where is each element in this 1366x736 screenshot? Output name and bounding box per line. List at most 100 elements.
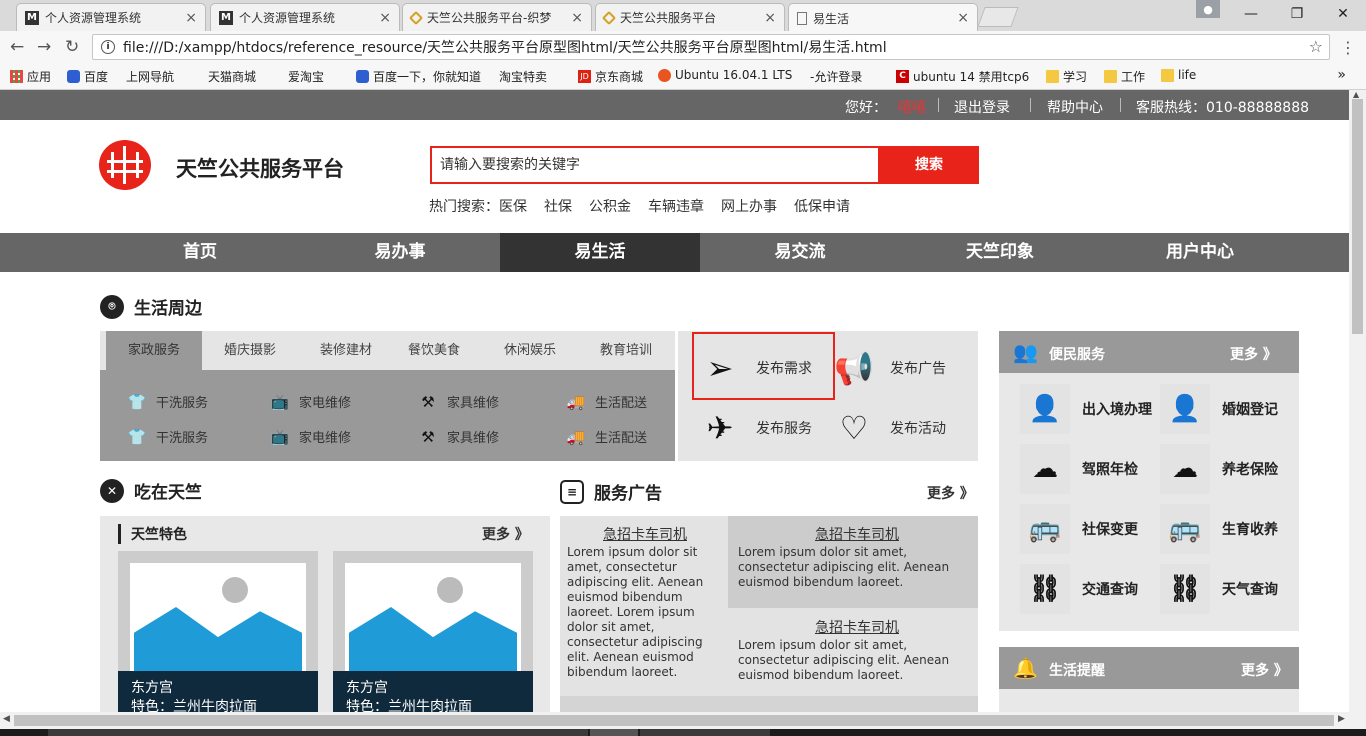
life-item[interactable]: 👕 干洗服务 [127,427,208,447]
nav-services[interactable]: 易办事 [300,233,500,272]
browser-tab[interactable]: M 个人资源管理系统 × [16,3,206,31]
info-icon[interactable]: i [101,40,115,54]
publish-service[interactable]: ✈ 发布服务 [700,408,812,448]
tab-leisure[interactable]: 休闲娱乐 [482,331,578,370]
bookmark-jd[interactable]: JD 京东商城 [578,68,643,85]
scroll-right-icon[interactable]: ▶ [1338,714,1345,724]
scrollbar-thumb[interactable] [1352,99,1363,334]
scrollbar-thumb[interactable] [14,715,1334,726]
service-item[interactable]: ⛓ 交通查询 [1020,564,1138,614]
hot-link[interactable]: 车辆违章 [648,199,704,215]
tab-housekeeping[interactable]: 家政服务 [106,331,202,370]
browser-tab[interactable]: M 个人资源管理系统 × [210,3,400,31]
bookmark-folder-life[interactable]: life [1161,68,1196,82]
ad-item[interactable]: 急招卡车司机 Lorem ipsum dolor sit amet, consec… [738,527,976,590]
forward-icon[interactable]: → [37,37,51,57]
life-item[interactable]: ⚒ 家具维修 [418,392,499,412]
nav-exchange[interactable]: 易交流 [700,233,900,272]
tab-education[interactable]: 教育培训 [578,331,674,370]
hot-link[interactable]: 医保 [499,199,527,215]
more-link[interactable]: 更多 》 [927,483,974,503]
publish-ad[interactable]: 📢 发布广告 [834,348,946,388]
site-logo[interactable] [99,140,151,190]
ad-item[interactable]: 急招卡车司机 Lorem ipsum dolor sit amet, consec… [567,527,723,680]
browser-tab[interactable]: 天竺公共服务平台-织梦 × [402,3,592,31]
nav-home[interactable]: 首页 [100,233,300,272]
service-item[interactable]: 🚌 社保变更 [1020,504,1138,554]
service-item[interactable]: ☁ 养老保险 [1160,444,1278,494]
close-icon[interactable]: × [185,10,197,26]
vertical-scrollbar[interactable]: ▲ [1349,90,1366,712]
horizontal-scrollbar[interactable]: ◀ ▶ [0,712,1366,729]
bookmark-taobao[interactable]: 淘宝特卖 [499,68,547,171]
life-item[interactable]: 📺 家电维修 [270,392,351,412]
url-field[interactable]: i file:///D:/xampp/htdocs/reference_reso… [92,34,1330,60]
back-icon[interactable]: ← [10,37,24,57]
hot-link[interactable]: 网上办事 [721,199,777,215]
help-link[interactable]: 帮助中心 [1047,97,1103,117]
nav-user-center[interactable]: 用户中心 [1100,233,1300,272]
bookmark-ubuntu[interactable]: Ubuntu 16.04.1 LTS [658,68,792,82]
service-item[interactable]: 👤 出入境办理 [1020,384,1152,434]
publish-activity[interactable]: ♡ 发布活动 [834,408,946,448]
service-item[interactable]: 🚌 生育收养 [1160,504,1278,554]
bookmark-star-icon[interactable]: ☆ [1309,37,1323,56]
bookmark-baidu-search[interactable]: 百度一下，你就知道 [356,68,481,85]
search-input[interactable]: 请输入要搜索的关键字 [430,146,880,184]
bookmark-aitaobao[interactable]: 爱淘宝 [288,68,324,171]
life-item[interactable]: 🚚 生活配送 [566,427,647,447]
close-icon[interactable]: × [379,10,391,26]
tab-wedding[interactable]: 婚庆摄影 [202,331,298,370]
username-link[interactable]: 嘻嘻 [898,97,926,117]
life-item[interactable]: ⚒ 家具维修 [418,427,499,447]
reload-icon[interactable]: ↻ [65,37,79,57]
new-tab-button[interactable] [977,7,1019,27]
address-bar: ← → ↻ i file:///D:/xampp/htdocs/referenc… [0,31,1366,64]
browser-tab-active[interactable]: 易生活 × [788,3,978,32]
life-item[interactable]: 📺 家电维修 [270,427,351,447]
close-icon[interactable]: × [764,10,776,26]
nav-life[interactable]: 易生活 [500,233,700,272]
service-item[interactable]: ☁ 驾照年检 [1020,444,1138,494]
bookmark-folder-work[interactable]: 工作 [1104,68,1145,85]
scroll-up-icon[interactable]: ▲ [1353,90,1359,99]
os-taskbar [0,729,1366,736]
minimize-icon[interactable]: — [1228,0,1274,28]
bookmark-ubuntu-tcp6[interactable]: Cubuntu 14 禁用tcp6 [896,68,1029,85]
life-item[interactable]: 🚚 生活配送 [566,392,647,412]
bookmark-baidu[interactable]: 百度 [67,68,108,85]
food-card[interactable]: 东方宫 特色：兰州牛肉拉面 [118,551,318,712]
food-card[interactable]: 东方宫 特色：兰州牛肉拉面 [333,551,533,712]
service-item[interactable]: 👤 婚姻登记 [1160,384,1278,434]
service-item[interactable]: ⛓ 天气查询 [1160,564,1278,614]
life-item[interactable]: 👕 干洗服务 [127,392,208,412]
more-link[interactable]: 更多 》 [482,524,529,544]
tab-decoration[interactable]: 装修建材 [298,331,394,370]
bookmark-login[interactable]: -允许登录 [810,68,862,171]
bookmark-tmall[interactable]: 天猫商城 [208,68,256,171]
more-link[interactable]: 更多 》 [1241,660,1288,680]
browser-tab[interactable]: 天竺公共服务平台 × [595,3,785,31]
nav-impression[interactable]: 天竺印象 [900,233,1100,272]
hot-link[interactable]: 公积金 [589,199,631,215]
bookmark-nav[interactable]: 上网导航 [126,68,174,171]
scroll-left-icon[interactable]: ◀ [3,714,10,724]
bookmarks-more[interactable]: » [1337,67,1346,83]
bookmark-apps[interactable]: 应用 [10,68,51,85]
close-icon[interactable]: × [571,10,583,26]
window-close-icon[interactable]: ✕ [1320,0,1366,28]
browser-menu-icon[interactable]: ⋮ [1340,38,1356,57]
hot-link[interactable]: 社保 [544,199,572,215]
services-panel: 👥 便民服务 更多 》 👤 出入境办理 👤 婚姻登记 ☁ 驾照年检 ☁ 养老保险 🚌 社保变更… [999,331,1299,631]
tab-food[interactable]: 餐饮美食 [386,331,482,370]
hot-link[interactable]: 低保申请 [794,199,850,215]
bookmark-folder-study[interactable]: 学习 [1046,68,1087,85]
user-profile-icon[interactable]: ● [1196,0,1220,18]
heart-icon: ♡ [839,409,869,447]
search-button[interactable]: 搜索 [879,146,979,184]
ad-item[interactable]: 急招卡车司机 Lorem ipsum dolor sit amet, consec… [738,620,976,683]
logout-link[interactable]: 退出登录 [954,97,1010,117]
close-icon[interactable]: × [957,10,969,26]
restore-icon[interactable]: ❐ [1274,0,1320,28]
more-link[interactable]: 更多 》 [1230,344,1277,364]
